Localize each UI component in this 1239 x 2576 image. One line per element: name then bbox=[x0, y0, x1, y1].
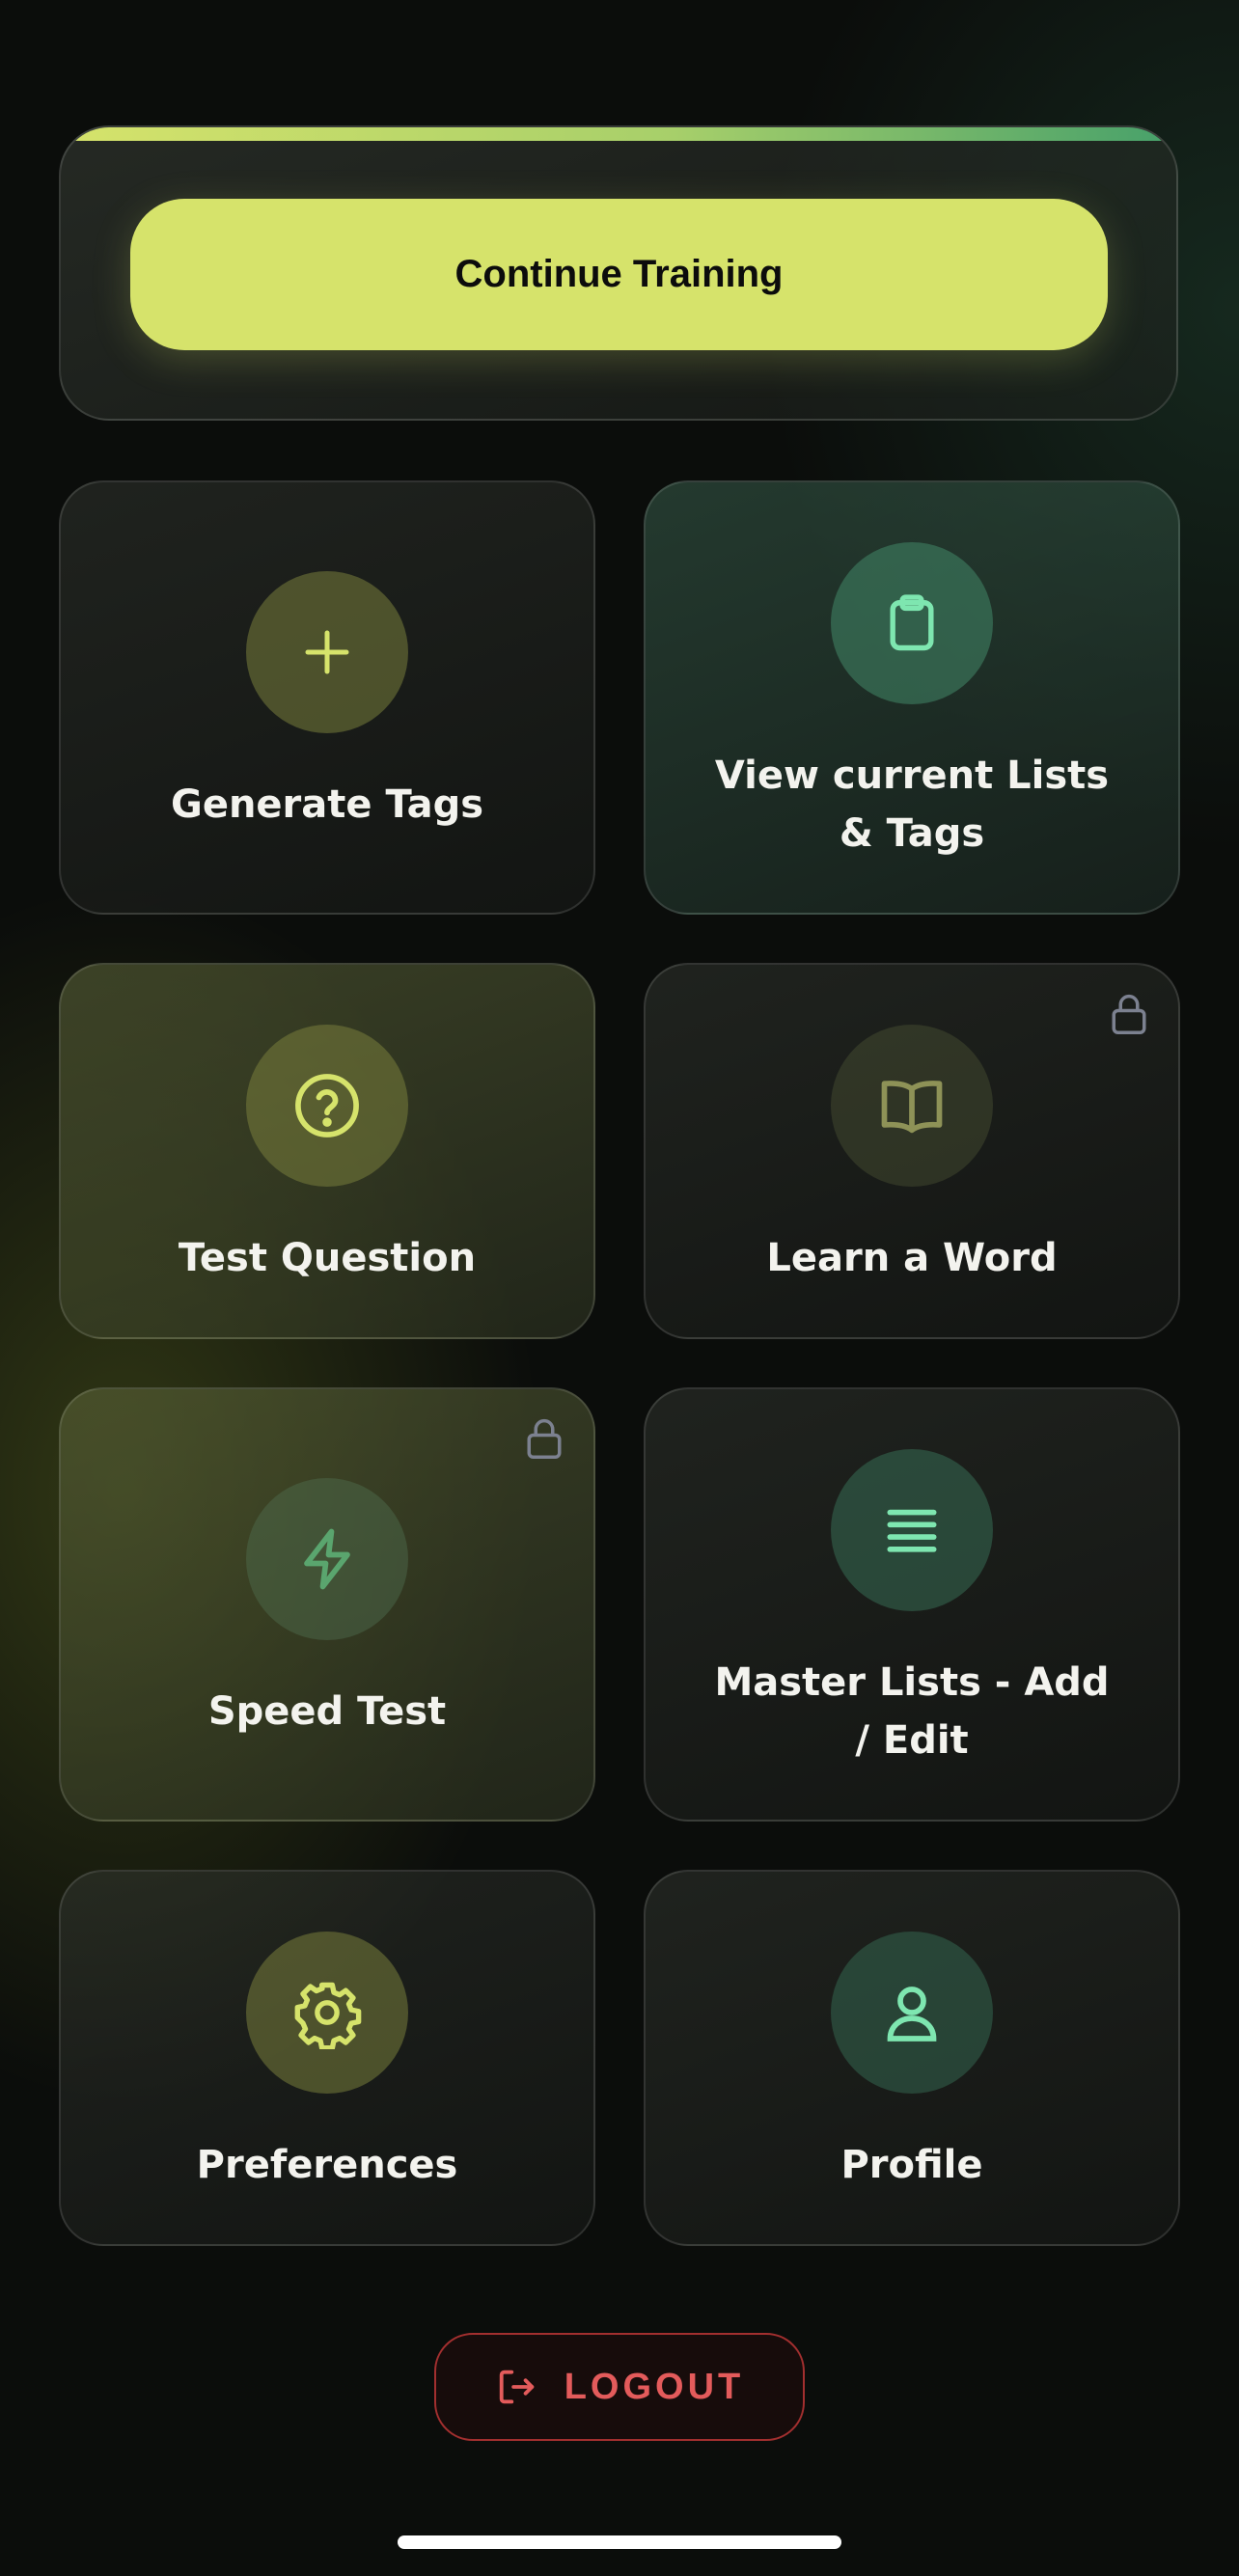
logout-button[interactable]: LOGOUT bbox=[434, 2333, 805, 2441]
test-question-label: Test Question bbox=[178, 1236, 477, 1280]
book-open-icon bbox=[831, 1025, 993, 1187]
preferences-tile[interactable]: Preferences bbox=[59, 1870, 595, 2246]
gear-icon bbox=[246, 1932, 408, 2094]
profile-tile[interactable]: Profile bbox=[644, 1870, 1180, 2246]
learn-a-word-tile[interactable]: Learn a Word bbox=[644, 963, 1180, 1339]
generate-tags-tile[interactable]: Generate Tags bbox=[59, 480, 595, 915]
menu-grid: Generate Tags View current Lists & Tags … bbox=[59, 480, 1180, 2246]
logout-icon bbox=[499, 2370, 534, 2404]
speed-test-tile[interactable]: Speed Test bbox=[59, 1387, 595, 1822]
logout-label: LOGOUT bbox=[564, 2366, 745, 2407]
clipboard-icon bbox=[831, 542, 993, 704]
master-lists-tile[interactable]: Master Lists - Add / Edit bbox=[644, 1387, 1180, 1822]
training-card: Continue Training bbox=[59, 125, 1178, 421]
training-progress-fill bbox=[61, 127, 1176, 141]
profile-label: Profile bbox=[840, 2143, 983, 2187]
view-lists-tags-label: View current Lists & Tags bbox=[714, 754, 1110, 856]
master-lists-label: Master Lists - Add / Edit bbox=[714, 1660, 1110, 1763]
lightning-icon bbox=[246, 1478, 408, 1640]
learn-a-word-label: Learn a Word bbox=[766, 1236, 1058, 1280]
test-question-tile[interactable]: Test Question bbox=[59, 963, 595, 1339]
lock-icon bbox=[1112, 994, 1146, 1034]
user-icon bbox=[831, 1932, 993, 2094]
lock-icon bbox=[527, 1418, 562, 1459]
training-progress-bar bbox=[61, 127, 1176, 141]
question-circle-icon bbox=[246, 1025, 408, 1187]
generate-tags-label: Generate Tags bbox=[170, 782, 484, 827]
continue-training-label: Continue Training bbox=[454, 253, 784, 295]
preferences-label: Preferences bbox=[196, 2143, 458, 2187]
continue-training-button[interactable]: Continue Training bbox=[130, 199, 1108, 350]
view-lists-tags-tile[interactable]: View current Lists & Tags bbox=[644, 480, 1180, 915]
home-indicator bbox=[398, 2535, 841, 2549]
list-lines-icon bbox=[831, 1449, 993, 1611]
plus-icon bbox=[246, 571, 408, 733]
speed-test-label: Speed Test bbox=[207, 1689, 447, 1734]
